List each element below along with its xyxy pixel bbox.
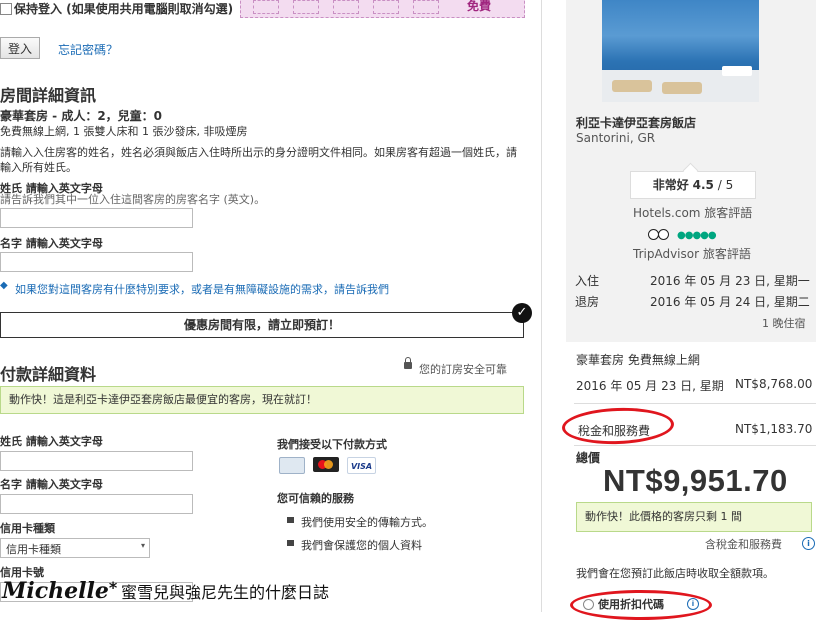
promo-free-label: 免費 [467, 0, 492, 13]
hotel-location: Santorini, GR [576, 131, 656, 145]
mastercard-icon [313, 457, 339, 472]
watermark-name: Michelle [2, 578, 109, 604]
trust-item: 我們會保護您的個人資料 [301, 539, 422, 552]
summary-room-price: NT$8,768.00 [735, 377, 813, 391]
watermark-star: * [108, 578, 118, 597]
tripadvisor-reviews-link[interactable]: TripAdvisor 旅客評語 [633, 245, 751, 262]
total-price: NT$9,951.70 [603, 463, 788, 498]
guest-firstname-input[interactable] [0, 252, 193, 272]
login-button[interactable]: 登入 [0, 37, 40, 59]
promo-box [333, 0, 359, 14]
rooms-left-banner: 動作快！此價格的客房只剩 1 間 [576, 502, 812, 532]
chevron-down-icon: ▾ [140, 541, 145, 550]
tax-included-note: 含稅金和服務費 [705, 538, 782, 551]
room-summary: 豪華套房 - 成人：2，兒童：0 [0, 109, 163, 123]
checkout-label: 退房 [575, 295, 600, 309]
jcb-card-icon [279, 457, 305, 474]
payment-firstname-input[interactable] [0, 494, 193, 514]
visa-label: VISA [350, 462, 373, 471]
nights-count: 1 晚住宿 [762, 317, 806, 330]
photo-lounger [612, 80, 652, 92]
watermark-text: 蜜雪兒與強尼先生的什麼日誌 [121, 583, 330, 602]
promo-box [413, 0, 439, 14]
summary-divider [574, 445, 816, 446]
remember-label: 保持登入 (如果使用共用電腦則取消勾選) [14, 2, 234, 16]
check-badge-icon: ✓ [512, 303, 532, 323]
rooms-left-text: 動作快！此價格的客房只剩 1 間 [585, 510, 742, 523]
surname-hint: 請告訴我們其中一位入住這間客房的房客名字 (英文)。 [0, 193, 266, 206]
checkout-date: 2016 年 05 月 24 日, 星期二 [650, 295, 810, 309]
promo-box [253, 0, 279, 14]
pay-surname-label: 姓氏 請輸入英文字母 [0, 435, 103, 448]
watermark: Michelle* 蜜雪兒與強尼先生的什麼日誌 [2, 578, 329, 604]
accepted-payments-label: 我們接受以下付款方式 [277, 438, 387, 451]
best-price-banner: 動作快！這是利亞卡達伊亞套房飯店最便宜的客房，現在就訂！ [0, 386, 524, 414]
urgency-banner-text: 優惠房間有限，請立即預訂！ [183, 318, 340, 332]
secure-note: 您的訂房安全可靠 [419, 363, 507, 376]
firstname-label: 名字 請輸入英文字母 [0, 237, 103, 250]
checkin-date: 2016 年 05 月 23 日, 星期一 [650, 274, 810, 288]
tripadvisor-owl-icon [648, 229, 669, 240]
tax-price: NT$1,183.70 [735, 422, 813, 436]
info-icon[interactable]: i [802, 537, 815, 550]
tax-highlight-oval [561, 406, 675, 446]
card-type-label: 信用卡種類 [0, 522, 55, 535]
tripadvisor-bubbles-icon: ●●●●● [677, 230, 717, 241]
pay-firstname-label: 名字 請輸入英文字母 [0, 478, 103, 491]
chevron-right-icon: ◆ [0, 280, 8, 291]
card-type-select[interactable]: 信用卡種類 ▾ [0, 538, 150, 558]
guest-surname-input[interactable] [0, 208, 193, 228]
checkin-label: 入住 [575, 274, 600, 288]
summary-room-type: 豪華套房 免費無線上網 [576, 353, 700, 367]
lock-icon [287, 540, 294, 546]
hotel-photo [602, 0, 759, 102]
trust-label: 您可信賴的服務 [277, 492, 354, 505]
visa-card-icon: VISA [347, 457, 376, 474]
summary-date-line: 2016 年 05 月 23 日, 星期 [576, 379, 724, 393]
photo-wall [722, 66, 752, 76]
hotel-name: 利亞卡達伊亞套房飯店 [576, 116, 697, 130]
special-request-link[interactable]: 如果您對這間客房有什麼特別要求，或者是有無障礙設施的需求，請告訴我們 [15, 281, 389, 297]
payment-surname-input[interactable] [0, 451, 193, 471]
lock-icon [287, 517, 294, 523]
forgot-password-link[interactable]: 忘記密碼？ [58, 41, 118, 58]
rating-max: / 5 [717, 178, 734, 192]
hotels-reviews-link[interactable]: Hotels.com 旅客評語 [633, 204, 752, 221]
photo-lounger [662, 82, 702, 94]
best-price-banner-text: 動作快！這是利亞卡達伊亞套房飯店最便宜的客房，現在就訂！ [9, 393, 317, 406]
lock-icon [404, 362, 412, 369]
remember-checkbox[interactable] [0, 3, 12, 15]
rating-value: 4.5 [692, 178, 714, 192]
charge-note: 我們會在您預訂此飯店時收取全額款項。 [576, 567, 774, 580]
payment-heading: 付款詳細資料 [0, 365, 97, 384]
room-details-heading: 房間詳細資訊 [0, 86, 97, 105]
card-type-value: 信用卡種類 [6, 543, 61, 556]
summary-divider [574, 403, 816, 404]
trust-item: 我們使用安全的傳輸方式。 [301, 516, 433, 529]
promo-box [373, 0, 399, 14]
lock-shackle-icon [405, 357, 411, 363]
coupon-highlight-oval [570, 590, 712, 620]
total-label: 總價 [576, 451, 601, 465]
urgency-banner: 優惠房間有限，請立即預訂！ [0, 312, 524, 338]
column-divider [541, 0, 542, 612]
promo-strip: 免費 [240, 0, 525, 18]
guest-name-instructions: 請輸入入住房客的姓名，姓名必須與飯店入住時所出示的身分證明文件相同。如果房客有超… [0, 146, 517, 174]
room-features: 免費無線上網, 1 張雙人床和 1 張沙發床, 非吸煙房 [0, 125, 248, 138]
promo-box [293, 0, 319, 14]
rating-label: 非常好 [652, 178, 689, 192]
